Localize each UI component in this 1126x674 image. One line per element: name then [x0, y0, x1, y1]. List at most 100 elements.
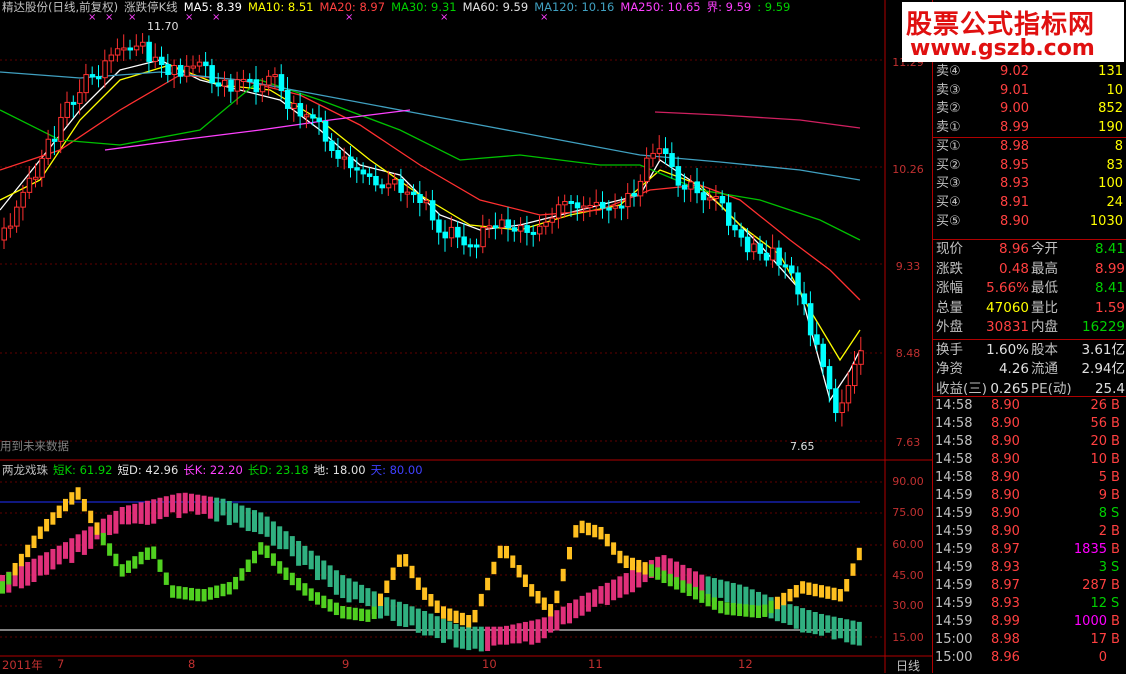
order-book-row[interactable]: 买④ 8.91 24 — [933, 194, 1126, 212]
candle-body — [348, 156, 354, 169]
candle-body — [291, 103, 297, 109]
low-annotation: 7.65 — [790, 440, 815, 453]
long-band-bar — [617, 576, 623, 598]
long-band-bar — [409, 606, 415, 626]
candle-body — [681, 184, 688, 190]
candle-body — [108, 54, 115, 62]
long-band-bar — [107, 514, 113, 536]
candle-body — [751, 243, 757, 253]
candle-body — [448, 226, 455, 239]
jie2-label: : 9.59 — [757, 0, 791, 14]
stat-label: 总量 — [936, 299, 963, 316]
short-band-bar — [585, 522, 591, 536]
trade-volume: 26 — [1090, 398, 1107, 413]
candle-body — [713, 196, 719, 200]
order-book-row[interactable]: 买⑤ 8.90 1030 — [933, 213, 1126, 231]
long-band-bar — [510, 624, 516, 644]
order-book-row[interactable]: 买② 8.95 83 — [933, 157, 1126, 175]
order-book-row[interactable]: 卖③ 9.01 10 — [933, 82, 1126, 100]
main-legend: 精达股份(日线,前复权) 涨跌停K线 MA5: 8.39 MA10: 8.51 MA20… — [2, 0, 796, 14]
short-band-bar — [44, 518, 50, 532]
short-band-bar — [774, 596, 780, 610]
short-k-label: 短K: 61.92 — [53, 463, 113, 477]
order-label: 买② — [936, 157, 961, 173]
long-band-bar — [441, 618, 446, 643]
short-band-bar — [220, 583, 226, 597]
trade-volume: 0 — [1098, 650, 1107, 665]
order-book-row[interactable]: 卖① 8.99 190 — [933, 119, 1126, 137]
short-band-bar — [447, 608, 453, 621]
candle-body — [530, 231, 537, 235]
short-band-bar — [459, 612, 465, 626]
stat-label-2: 股本 — [1031, 341, 1058, 358]
short-band-bar — [409, 565, 415, 579]
chart-area[interactable]: × × × × × × × × 精达股份(日线,前复权) 涨跌停K线 MA5: 8.39 MA10:… — [0, 0, 932, 673]
short-band-bar — [0, 581, 5, 594]
order-book-row[interactable]: 买① 8.98 8 — [933, 138, 1126, 156]
candle-body — [14, 206, 20, 227]
trade-row: 14:59 8.93 12 S — [933, 595, 1126, 613]
short-band-bar — [793, 585, 799, 598]
order-book-row[interactable]: 卖④ 9.02 131 — [933, 63, 1126, 81]
candle-body — [215, 82, 222, 87]
long-band-bar — [321, 560, 327, 580]
long-band-bar — [333, 570, 339, 595]
candle-body — [259, 84, 266, 93]
short-band-bar — [207, 587, 213, 600]
short-band-bar — [333, 602, 339, 616]
short-band-bar — [189, 587, 194, 601]
long-band-bar — [850, 620, 856, 645]
x-tick-10: 10 — [482, 657, 497, 671]
short-band-bar — [396, 554, 402, 567]
kline-chart[interactable]: × × × × × × × × — [0, 0, 932, 673]
trade-time: 14:59 — [935, 614, 973, 629]
short-band-bar — [75, 487, 81, 500]
short-band-bar — [56, 505, 62, 518]
candle-body — [20, 191, 26, 208]
short-band-bar — [617, 550, 623, 564]
short-band-bar — [781, 592, 787, 606]
period-label[interactable]: 日线 — [896, 657, 920, 674]
short-band-bar — [497, 545, 503, 559]
trade-row: 14:58 8.90 5 B — [933, 469, 1126, 487]
short-band-bar — [510, 555, 516, 568]
candle-body — [39, 157, 45, 178]
stat-label: 涨跌 — [936, 260, 963, 277]
short-band-bar — [604, 533, 610, 547]
ma120-line — [104, 109, 411, 151]
long-band-bar — [157, 497, 163, 520]
long-band-bar — [611, 579, 617, 601]
price-tick-2: 10.26 — [892, 163, 924, 176]
trade-time: 14:59 — [935, 488, 973, 503]
long-band-bar — [50, 548, 56, 570]
short-band-bar — [724, 602, 730, 615]
order-book-row[interactable]: 买③ 8.93 100 — [933, 175, 1126, 193]
candle-body — [612, 205, 619, 209]
long-band-bar — [390, 599, 396, 621]
short-band-bar — [661, 570, 667, 584]
long-band-bar — [88, 526, 94, 549]
long-band-bar — [705, 576, 711, 596]
short-band-bar — [699, 590, 705, 603]
long-band-bar — [340, 575, 346, 599]
order-book-row[interactable]: 卖② 9.00 852 — [933, 100, 1126, 118]
short-band-bar — [157, 559, 163, 572]
trade-time: 15:00 — [935, 632, 973, 647]
trade-price: 8.97 — [991, 542, 1020, 557]
trade-volume: 20 — [1090, 434, 1107, 449]
trade-row: 14:59 8.93 3 S — [933, 559, 1126, 577]
order-label: 买④ — [936, 194, 961, 210]
trade-time: 14:59 — [935, 596, 973, 611]
candle-body — [770, 247, 776, 261]
candle-body — [650, 152, 656, 159]
di-label: 地: 18.00 — [313, 463, 366, 477]
trade-price: 8.90 — [991, 488, 1020, 503]
candle-body — [726, 202, 732, 226]
short-band-bar — [749, 604, 755, 618]
candle-body — [574, 202, 581, 209]
candle-body — [64, 101, 70, 118]
stat-label-2: 最低 — [1031, 280, 1058, 296]
candle-body — [505, 219, 511, 229]
candle-body — [392, 179, 398, 185]
short-band-bar — [762, 604, 768, 617]
